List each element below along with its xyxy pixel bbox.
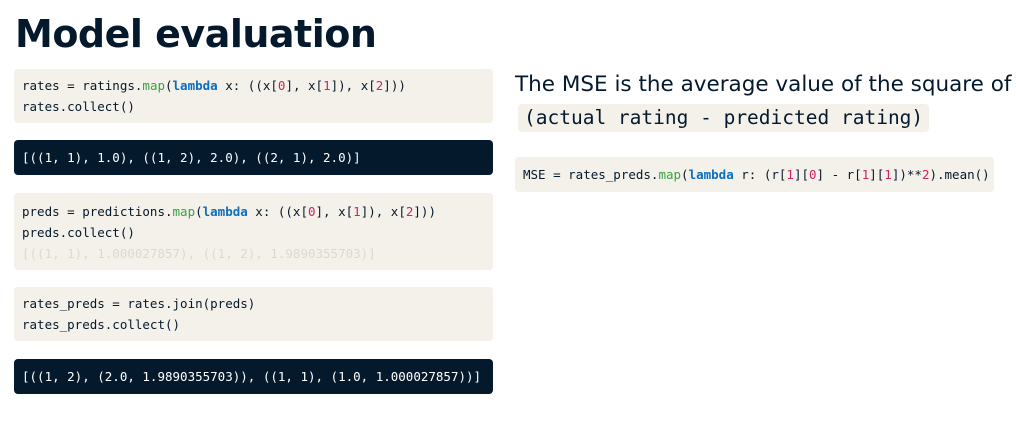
code-keyword: lambda <box>202 204 248 219</box>
code-token: ( <box>165 78 173 93</box>
code-number: 1 <box>353 204 361 219</box>
code-keyword: lambda <box>688 167 734 182</box>
code-token: ], x[ <box>315 204 354 219</box>
code-number: 1 <box>884 167 892 182</box>
code-token: ], x[ <box>285 78 324 93</box>
code-token: ]), x[ <box>360 204 406 219</box>
code-token: x: ((x[ <box>247 204 308 219</box>
code-function: map <box>172 204 196 219</box>
code-line: preds = predictions.map(lambda x: ((x[0]… <box>22 201 485 222</box>
code-number: 0 <box>308 204 316 219</box>
code-number: 1 <box>786 167 794 182</box>
code-function: map <box>658 167 682 182</box>
output-line: [((1, 2), (2.0, 1.9890355703)), ((1, 1),… <box>22 369 482 384</box>
mse-explanation: The MSE is the average value of the squa… <box>515 72 1012 97</box>
code-token: ( <box>195 204 203 219</box>
code-function: map <box>142 78 165 93</box>
code-line: preds.collect() <box>22 225 135 240</box>
inline-code-formula: (actual rating - predicted rating) <box>518 104 930 132</box>
code-block-preds-map: preds = predictions.map(lambda x: ((x[0]… <box>14 193 493 270</box>
code-line: MSE = rates_preds.map(lambda r: (r[1][0]… <box>523 164 990 185</box>
code-line: rates.collect() <box>22 99 135 114</box>
slide-title: Model evaluation <box>15 12 377 56</box>
code-token: ])** <box>891 167 922 182</box>
code-token: ] - r[ <box>816 167 862 182</box>
code-token: rates = ratings. <box>22 78 143 93</box>
code-token: ]), x[ <box>330 78 376 93</box>
code-token: x: ((x[ <box>217 78 278 93</box>
code-token: r: (r[ <box>733 167 787 182</box>
code-token: ).mean() <box>929 167 990 182</box>
code-number: 0 <box>809 167 817 182</box>
code-token: ])) <box>383 78 406 93</box>
code-block-mse: MSE = rates_preds.map(lambda r: (r[1][0]… <box>515 157 994 192</box>
code-token: ][ <box>869 167 885 182</box>
code-line: rates_preds.collect() <box>22 317 181 332</box>
faded-output-line: [((1, 1), 1.000027857), ((1, 2), 1.98903… <box>22 246 376 261</box>
output-line: [((1, 1), 1.0), ((1, 2), 2.0), ((2, 1), … <box>22 150 361 165</box>
code-token: ( <box>681 167 689 182</box>
code-block-rates-map: rates = ratings.map(lambda x: ((x[0], x[… <box>14 69 493 123</box>
code-keyword: lambda <box>172 78 218 93</box>
code-number: 1 <box>323 78 331 93</box>
code-line: rates = ratings.map(lambda x: ((x[0], x[… <box>22 75 485 96</box>
code-token: MSE = rates_preds. <box>523 167 659 182</box>
code-line: rates_preds = rates.join(preds) <box>22 296 256 311</box>
code-token: ])) <box>413 204 436 219</box>
output-block-join: [((1, 2), (2.0, 1.9890355703)), ((1, 1),… <box>14 359 493 394</box>
code-token: ][ <box>793 167 810 182</box>
code-token: preds = predictions. <box>22 204 173 219</box>
output-block-rates: [((1, 1), 1.0), ((1, 2), 2.0), ((2, 1), … <box>14 140 493 175</box>
code-block-join: rates_preds = rates.join(preds) rates_pre… <box>14 287 493 341</box>
